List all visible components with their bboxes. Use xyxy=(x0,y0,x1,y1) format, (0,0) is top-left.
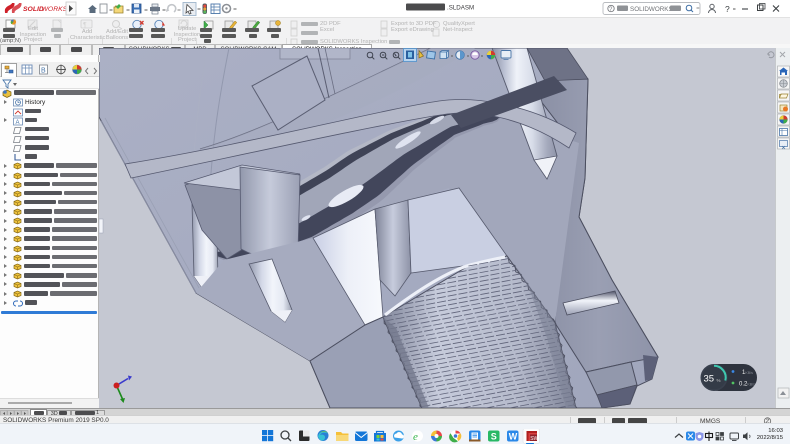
svg-text:?: ? xyxy=(725,4,730,14)
svg-text:e: e xyxy=(413,431,418,443)
svg-text:.SLDASM: .SLDASM xyxy=(447,5,474,12)
svg-text:W: W xyxy=(509,431,518,441)
svg-text:SW: SW xyxy=(530,436,538,442)
svg-text:%: % xyxy=(717,378,721,383)
svg-text:¶: ¶ xyxy=(83,22,87,29)
svg-text:A: A xyxy=(16,120,20,126)
svg-text:35: 35 xyxy=(704,374,715,385)
svg-text:B: B xyxy=(41,68,46,75)
svg-text:WORKS: WORKS xyxy=(42,6,68,13)
svg-text:S: S xyxy=(491,431,497,441)
svg-text:SOLIDWORKS: SOLIDWORKS xyxy=(630,6,673,13)
